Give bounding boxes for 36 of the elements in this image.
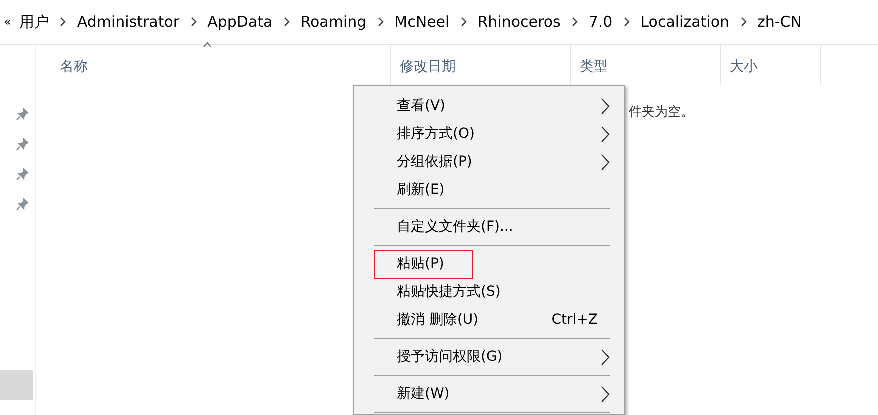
menu-item[interactable]: 刷新(E)	[354, 176, 624, 204]
chevron-icon	[570, 17, 579, 27]
menu-item[interactable]: 排序方式(O)	[354, 120, 624, 148]
column-header[interactable]: 大小	[721, 45, 821, 85]
breadcrumb-item[interactable]: AppData	[208, 10, 273, 34]
chevron-icon	[740, 17, 748, 27]
chevron-icon	[282, 17, 291, 27]
breadcrumb-item[interactable]: 用户	[19, 10, 50, 34]
menu-item[interactable]: 授予访问权限(G)	[354, 343, 624, 371]
empty-folder-message: 件夹为空。	[629, 104, 694, 122]
pin-icon[interactable]	[16, 108, 29, 121]
breadcrumb-item[interactable]: Localization	[640, 10, 730, 34]
menu-item[interactable]: 查看(V)	[354, 92, 624, 120]
chevron-icon	[59, 17, 68, 27]
breadcrumb-item[interactable]: Roaming	[300, 10, 367, 34]
pin-icon[interactable]	[16, 168, 29, 181]
chevron-icon	[460, 17, 468, 27]
menu-item[interactable]: 粘贴(P)	[354, 250, 624, 278]
breadcrumb-item[interactable]: McNeel	[394, 10, 450, 34]
highlight-frame: 粘贴(P)	[375, 250, 472, 278]
chevron-icon	[622, 17, 631, 27]
overflow-chevron[interactable]: «	[4, 13, 12, 31]
nav-selection	[0, 370, 33, 400]
chevron-icon	[376, 17, 385, 27]
menu-item[interactable]: 分组依据(P)	[354, 148, 624, 176]
menu-item[interactable]: 自定义文件夹(F)...	[354, 213, 624, 241]
pin-icon[interactable]	[16, 138, 29, 151]
breadcrumb-item[interactable]: Rhinoceros	[478, 10, 561, 34]
pin-icon[interactable]	[16, 198, 29, 211]
menu-item[interactable]: 撤消 删除(U) Ctrl+Z	[354, 306, 624, 334]
menu-item[interactable]: 粘贴快捷方式(S)	[354, 278, 624, 306]
chevron-icon	[190, 17, 198, 27]
breadcrumb-item[interactable]: 7.0	[588, 10, 613, 34]
breadcrumb-item[interactable]: Administrator	[77, 10, 180, 34]
menu-item[interactable]: 新建(W)	[354, 380, 624, 408]
breadcrumb-item[interactable]: zh-CN	[758, 10, 802, 34]
